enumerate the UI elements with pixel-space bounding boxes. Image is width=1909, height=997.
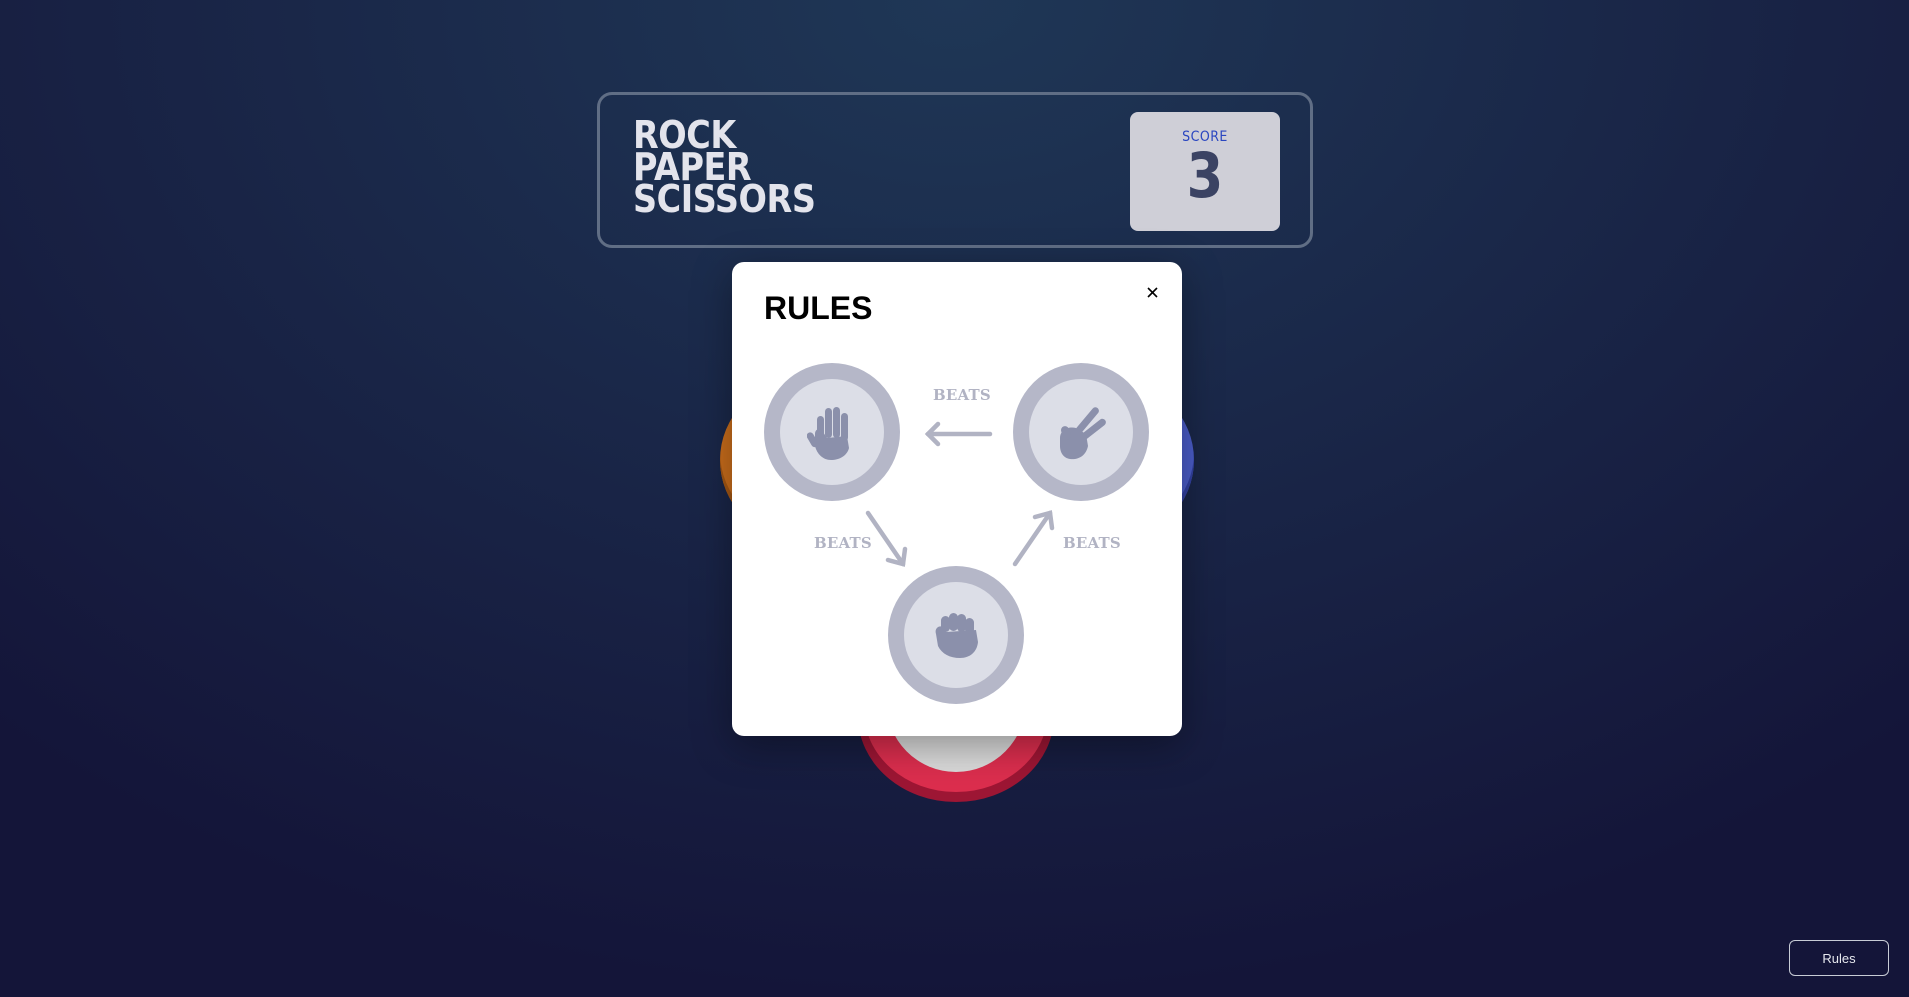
modal-title: RULES bbox=[764, 290, 873, 326]
arrow-down-right-icon bbox=[865, 510, 908, 567]
title-line-scissors: SCISSORS bbox=[633, 177, 816, 221]
hand-paper-icon bbox=[807, 407, 849, 460]
beats-label-paper-rock: BEATS bbox=[933, 386, 991, 404]
close-button[interactable] bbox=[1140, 280, 1164, 304]
rule-token-rock bbox=[888, 566, 1024, 704]
rule-token-paper-inner bbox=[780, 379, 884, 485]
rule-token-rock-inner bbox=[904, 582, 1008, 688]
rule-token-paper bbox=[764, 363, 900, 501]
score-header: ROCK PAPER SCISSORS SCORE 3 bbox=[597, 92, 1313, 248]
game-title: ROCK PAPER SCISSORS bbox=[633, 116, 840, 221]
hand-scissors-icon bbox=[1060, 407, 1106, 460]
beats-label-right: BEATS bbox=[1063, 534, 1121, 552]
rule-token-scissors bbox=[1013, 363, 1149, 501]
arrow-up-right-icon bbox=[1012, 510, 1055, 567]
score-value: 3 bbox=[1186, 139, 1224, 212]
rule-token-scissors-inner bbox=[1029, 379, 1133, 485]
arrow-left-icon bbox=[924, 421, 993, 447]
hand-rock-icon bbox=[935, 613, 978, 658]
close-icon bbox=[1146, 286, 1158, 298]
rules-button[interactable]: Rules bbox=[1789, 940, 1889, 976]
rules-modal: RULES BEATS BEATS BEATS bbox=[732, 262, 1182, 736]
score-box: SCORE 3 bbox=[1130, 112, 1280, 231]
